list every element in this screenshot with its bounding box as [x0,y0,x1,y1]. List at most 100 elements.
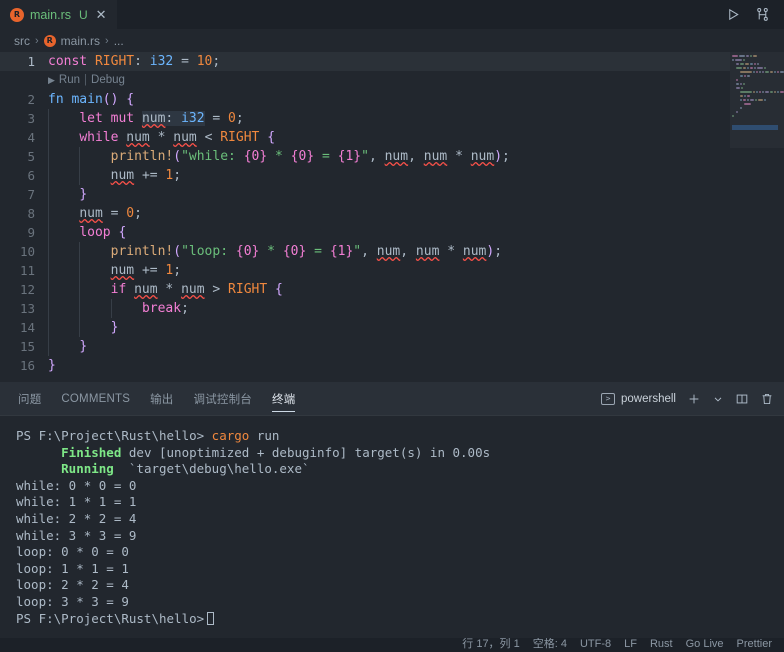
code-line[interactable]: 15 } [0,337,784,356]
breadcrumb-item-src[interactable]: src [14,34,30,48]
line-number: 12 [19,282,35,297]
terminal-selector[interactable]: > powershell [601,393,676,405]
line-content[interactable]: const RIGHT: i32 = 10; [48,52,220,71]
line-number: 8 [27,206,35,221]
code-line[interactable]: 2 fn main() { [0,90,784,109]
code-line[interactable]: 7 } [0,185,784,204]
line-content[interactable]: let mut num: i32 = 0; [48,109,244,128]
line-number: 7 [27,187,35,202]
terminal-output[interactable]: PS F:\Project\Rust\hello> cargo run Fini… [0,416,784,638]
code-line[interactable]: 4 while num * num < RIGHT { [0,128,784,147]
line-number: 6 [27,168,35,183]
trash-icon[interactable] [760,392,774,406]
code-lines[interactable]: 1 const RIGHT: i32 = 10; ▶ Run | Debug 2 fn mai… [0,52,784,382]
bottom-panel: 问题 COMMENTS 输出 调试控制台 终端 > powershell PS … [0,382,784,638]
panel-tab-0[interactable]: 问题 [18,382,41,416]
line-content[interactable]: } [48,185,87,204]
line-content[interactable]: num += 1; [48,261,181,280]
terminal-line: PS F:\Project\Rust\hello> cargo run [16,428,280,443]
tab-label: main.rs [30,7,71,22]
status-bar: 行 17，列 1 空格: 4 UTF-8 LF Rust Go Live Prettier [0,638,784,652]
vscode-window: main.rs U ✕ src › main.rs [0,0,784,652]
terminal-line: while: 0 * 0 = 0 [16,477,137,493]
line-content[interactable]: num += 1; [48,166,181,185]
code-line[interactable]: 5 println!("while: {0} * {0} = {1}", num… [0,147,784,166]
line-content[interactable]: num = 0; [48,204,142,223]
line-number: 3 [27,111,35,126]
line-number: 9 [27,225,35,240]
line-content[interactable]: while num * num < RIGHT { [48,128,275,147]
line-content[interactable]: break; [48,299,189,318]
panel-tab-1[interactable]: COMMENTS [61,382,130,416]
terminal-line: loop: 3 * 3 = 9 [16,593,129,609]
line-content[interactable]: if num * num > RIGHT { [48,280,283,299]
terminal-cursor [207,611,215,625]
code-line[interactable]: 13 break; [0,299,784,318]
play-icon[interactable]: ▶ [48,71,55,90]
line-number: 2 [27,92,35,107]
panel-actions: > powershell [601,392,774,406]
terminal-line: while: 3 * 3 = 9 [16,527,137,543]
editor-tab-main-rs[interactable]: main.rs U ✕ [0,0,118,29]
breadcrumb-separator: › [105,34,109,47]
line-content[interactable]: println!("while: {0} * {0} = {1}", num, … [48,147,510,166]
panel-tab-4[interactable]: 终端 [272,382,296,416]
line-content[interactable]: println!("loop: {0} * {0} = {1}", num, n… [48,242,502,261]
line-content[interactable]: } [48,318,118,337]
status-item-4[interactable]: Rust [650,638,673,650]
line-number: 10 [19,244,35,259]
panel-tab-2[interactable]: 输出 [150,382,173,416]
code-line[interactable]: 3 let mut num: i32 = 0; [0,109,784,128]
line-content[interactable]: } [48,356,56,375]
status-item-6[interactable]: Prettier [737,638,772,650]
editor-tab-bar: main.rs U ✕ [0,0,784,29]
status-item-0[interactable]: 行 17，列 1 [462,638,519,650]
code-editor[interactable]: 1 const RIGHT: i32 = 10; ▶ Run | Debug 2 fn mai… [0,52,784,382]
status-item-2[interactable]: UTF-8 [580,638,611,650]
split-editor-icon[interactable] [755,7,770,22]
terminal-line: Finished dev [unoptimized + debuginfo] t… [61,444,491,460]
codelens-run[interactable]: Run [59,71,80,90]
code-lens: ▶ Run | Debug [0,71,784,90]
terminal-line: Running `target\debug\hello.exe` [61,461,310,477]
line-content[interactable]: loop { [48,223,126,242]
code-line[interactable]: 6 num += 1; [0,166,784,185]
line-content[interactable]: } [48,337,87,356]
new-terminal-icon[interactable] [687,392,701,406]
panel-tab-3[interactable]: 调试控制台 [194,382,253,416]
code-line[interactable]: 8 num = 0; [0,204,784,223]
terminal-line: while: 2 * 2 = 4 [16,510,137,526]
line-number: 13 [19,301,35,316]
tab-unsaved-badge: U [78,7,88,22]
line-number: 16 [19,358,35,373]
terminal-line: loop: 1 * 1 = 1 [16,560,129,576]
code-line[interactable]: 12 if num * num > RIGHT { [0,280,784,299]
code-line[interactable]: 14 } [0,318,784,337]
minimap[interactable] [730,52,784,382]
code-line[interactable]: 16} [0,356,784,375]
close-icon[interactable]: ✕ [94,8,109,21]
code-line[interactable]: 11 num += 1; [0,261,784,280]
terminal-line: while: 1 * 1 = 1 [16,494,137,510]
codelens-debug[interactable]: Debug [91,71,125,90]
code-line[interactable]: 9 loop { [0,223,784,242]
line-content[interactable]: fn main() { [48,90,134,109]
editor-actions [712,0,784,29]
split-terminal-icon[interactable] [735,392,749,406]
terminal-prompt-line[interactable]: PS F:\Project\Rust\hello> [16,611,784,628]
status-item-3[interactable]: LF [624,638,637,650]
code-line[interactable]: 1 const RIGHT: i32 = 10; [0,52,784,71]
breadcrumb: src › main.rs › ... [0,29,784,52]
status-item-5[interactable]: Go Live [686,638,724,650]
chevron-down-icon[interactable] [712,393,724,405]
line-number: 1 [27,54,35,69]
status-item-1[interactable]: 空格: 4 [533,638,567,650]
breadcrumb-item-more[interactable]: ... [114,34,124,48]
panel-tabs: 问题 COMMENTS 输出 调试控制台 终端 [18,382,296,416]
code-line[interactable]: 10 println!("loop: {0} * {0} = {1}", num… [0,242,784,261]
rust-file-icon [43,34,56,47]
breadcrumb-item-mainrs[interactable]: main.rs [61,34,100,48]
run-icon[interactable] [726,7,741,22]
terminal-icon: > [601,393,616,405]
breadcrumb-separator: › [35,34,39,47]
